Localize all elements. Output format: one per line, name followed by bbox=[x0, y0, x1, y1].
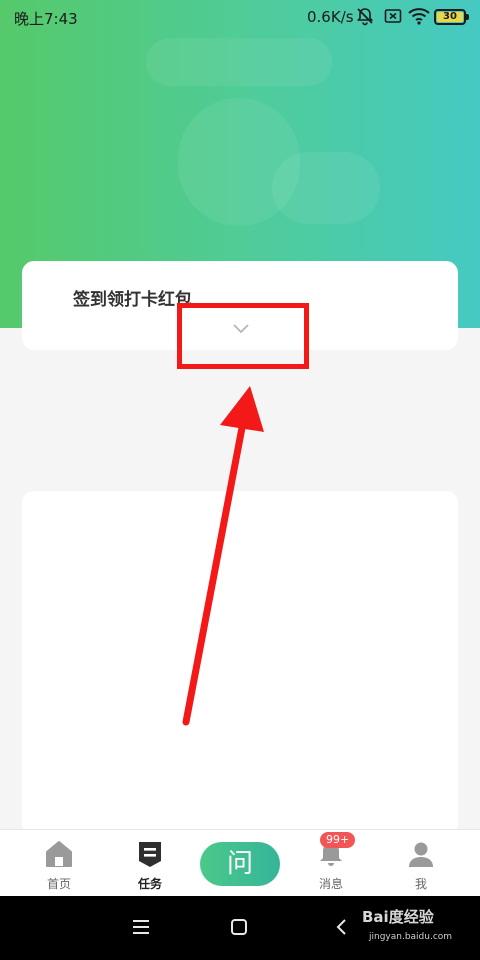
baidu-jingyan-watermark: Bai度经验 bbox=[362, 908, 434, 926]
home-icon bbox=[46, 841, 72, 867]
watermark-url: jingyan.baidu.com bbox=[369, 932, 453, 942]
bell-off-icon bbox=[356, 8, 374, 26]
content-card bbox=[22, 491, 458, 836]
menu-icon[interactable] bbox=[132, 918, 150, 936]
home-square-icon[interactable] bbox=[230, 918, 248, 936]
status-bar: 晚上7:43 0.6K/s 30 bbox=[0, 0, 480, 34]
bottom-nav: 首页 任务 问 消息 99+ 我 bbox=[0, 829, 480, 896]
status-time: 晚上7:43 bbox=[14, 10, 78, 28]
ask-button[interactable]: 问 bbox=[200, 842, 280, 886]
nav-me[interactable]: 我 bbox=[381, 830, 461, 897]
battery-level: 30 bbox=[437, 12, 463, 22]
nav-home-label: 首页 bbox=[46, 877, 71, 891]
system-nav-bar: Bai度经验 jingyan.baidu.com bbox=[0, 896, 480, 960]
hero-decoration bbox=[272, 152, 380, 224]
wifi-icon bbox=[408, 8, 430, 25]
hero-decoration bbox=[146, 38, 332, 86]
nav-task[interactable]: 任务 bbox=[110, 830, 190, 897]
nav-task-label: 任务 bbox=[137, 877, 162, 891]
task-icon bbox=[139, 842, 161, 867]
nav-home[interactable]: 首页 bbox=[19, 830, 99, 897]
annotation-highlight-box bbox=[177, 303, 309, 369]
profile-icon bbox=[409, 842, 433, 867]
message-count-badge: 99+ bbox=[320, 832, 356, 848]
battery-icon: 30 bbox=[434, 9, 469, 25]
network-speed: 0.6K/s bbox=[307, 8, 354, 26]
checkin-title: 签到领打卡红包 bbox=[73, 290, 192, 310]
back-icon[interactable] bbox=[334, 918, 348, 936]
nav-me-label: 我 bbox=[414, 877, 427, 891]
nav-messages-label: 消息 bbox=[318, 877, 343, 891]
sim-x-icon bbox=[384, 9, 402, 23]
